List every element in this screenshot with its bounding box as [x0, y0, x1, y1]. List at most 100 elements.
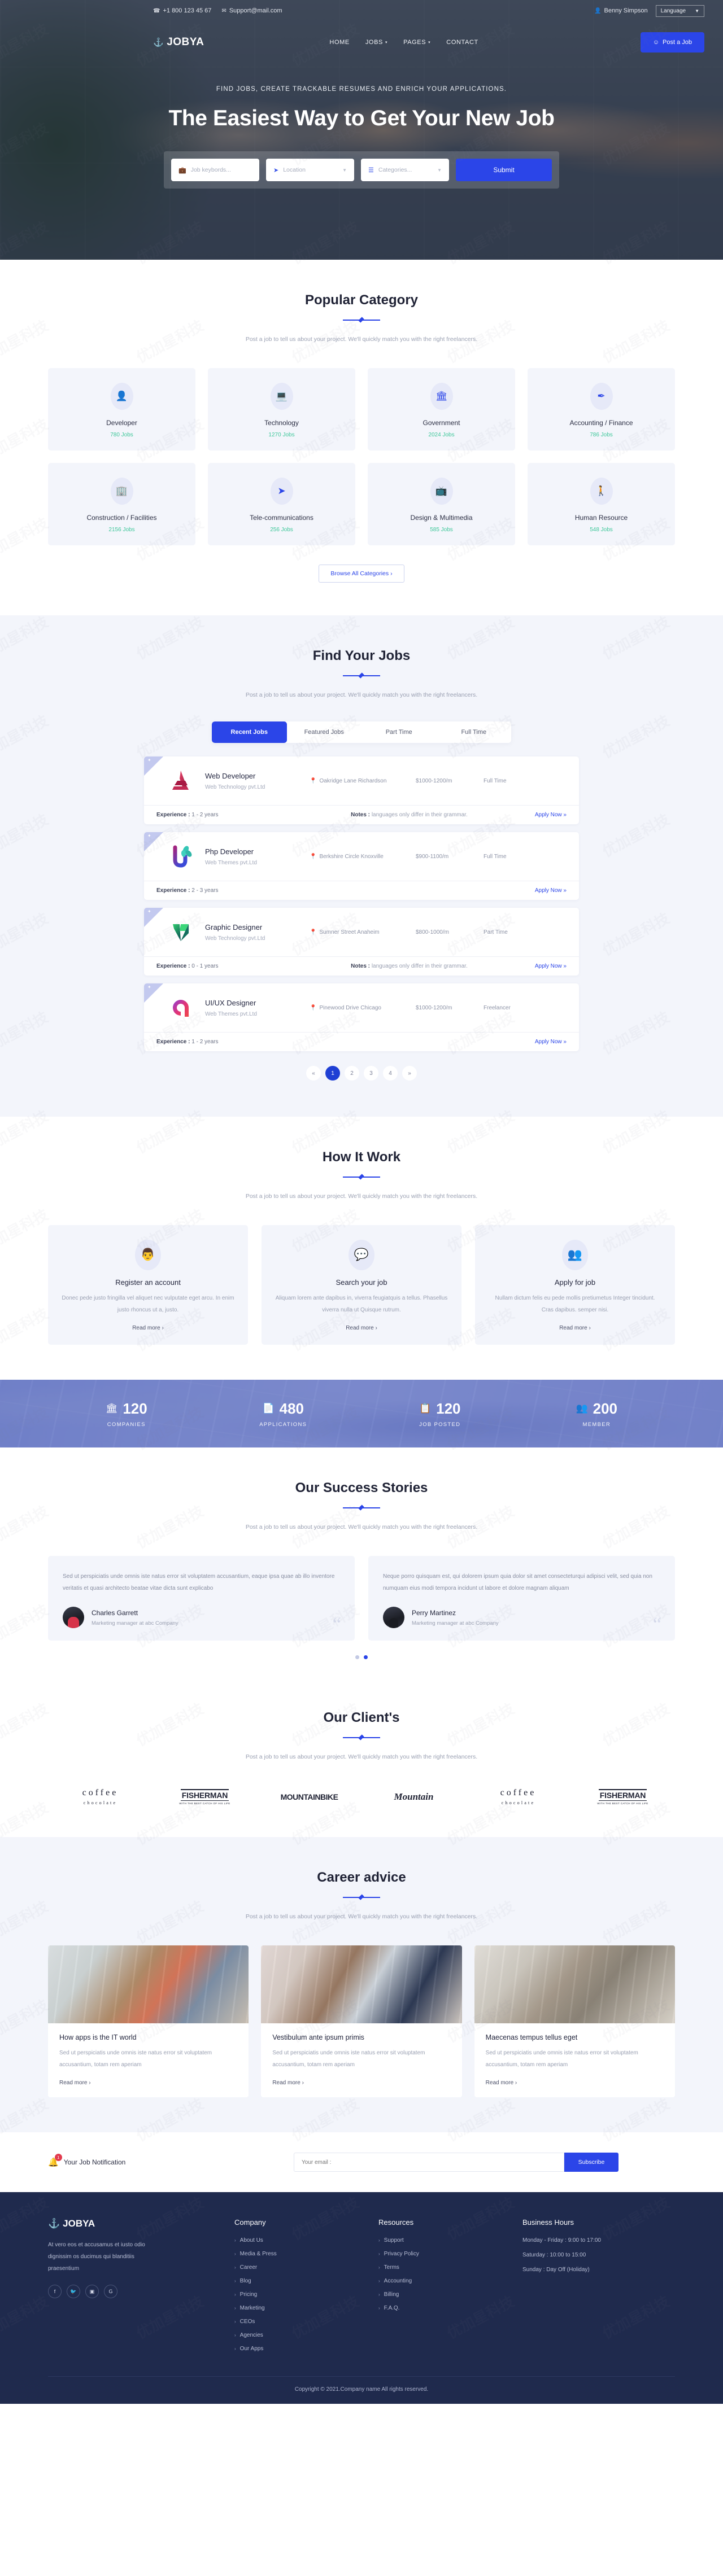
job-card[interactable]: ✦ Web Developer Web Technology pvt.Ltd 📍… [144, 756, 579, 825]
job-card[interactable]: ✦ Graphic Designer Web Technology pvt.Lt… [144, 908, 579, 976]
apply-now-link[interactable]: Apply Now » [535, 963, 567, 969]
read-more-link[interactable]: Read more › [272, 2080, 450, 2086]
category-card-technology[interactable]: 💻 Technology 1270 Jobs [208, 368, 355, 451]
category-job-count: 1270 Jobs [268, 432, 295, 439]
footer-link-agencies[interactable]: › Agencies [234, 2332, 367, 2338]
chevron-right-icon: › [378, 2278, 380, 2284]
apply-now-link[interactable]: Apply Now » [535, 1039, 567, 1045]
testimonial-person: Perry Martinez Marketing manager at abc … [383, 1607, 660, 1629]
category-card-design-multimedia[interactable]: 📺 Design & Multimedia 585 Jobs [368, 463, 515, 546]
footer-link-privacy-policy[interactable]: › Privacy Policy [378, 2251, 511, 2257]
section-description: Post a job to tell us about your project… [245, 1913, 478, 1921]
category-job-count: 548 Jobs [590, 527, 613, 533]
category-name: Government [423, 419, 460, 427]
footer-link-label: Career [239, 2264, 258, 2271]
facebook-icon[interactable]: f [48, 2285, 62, 2299]
clipboard-check-icon: 📋 [419, 1403, 432, 1414]
carousel-dot-1[interactable] [355, 1655, 359, 1660]
footer-logo[interactable]: ⚓ JOBYA [48, 2218, 223, 2229]
chevron-right-icon: › [234, 2238, 236, 2243]
pagination-page-1[interactable]: 1 [325, 1066, 340, 1081]
job-location-text: Oakridge Lane Richardson [319, 777, 387, 784]
footer-link-faq[interactable]: › F.A.Q. [378, 2305, 511, 2311]
footer-link-our-apps[interactable]: › Our Apps [234, 2346, 367, 2352]
how-card-search[interactable]: 💬 Search your job Aliquam lorem ante dap… [262, 1225, 461, 1345]
page-title: Our Client's [323, 1710, 400, 1726]
read-more-link[interactable]: Read more › [59, 2080, 237, 2086]
footer-link-billing[interactable]: › Billing [378, 2291, 511, 2298]
language-selector[interactable]: Language ▼ [655, 5, 704, 17]
footer-link-terms[interactable]: › Terms [378, 2264, 511, 2271]
pagination-page-2[interactable]: 2 [345, 1066, 359, 1081]
blog-card[interactable]: How apps is the IT world Sed ut perspici… [48, 1945, 249, 2098]
phone-item[interactable]: ☎ +1 800 123 45 67 [153, 7, 211, 14]
footer-link-pricing[interactable]: › Pricing [234, 2291, 367, 2298]
read-more-link[interactable]: Read more › [489, 1325, 661, 1331]
instagram-icon[interactable]: ▣ [85, 2285, 99, 2299]
read-more-link[interactable]: Read more › [486, 2080, 664, 2086]
logo[interactable]: ⚓ JOBYA [153, 36, 204, 49]
pagination-next[interactable]: » [402, 1066, 417, 1081]
top-bar: ☎ +1 800 123 45 67 ✉ Support@mail.com 👤 … [0, 0, 723, 21]
client-logo-line2: WITH THE BEST CATCH OF HIS LIFE [597, 1801, 648, 1805]
pagination-prev[interactable]: « [306, 1066, 321, 1081]
category-card-tele-communications[interactable]: ➤ Tele-communications 256 Jobs [208, 463, 355, 546]
job-card[interactable]: ✦ Php Developer Web Themes pvt.Ltd 📍 Ber… [144, 832, 579, 900]
footer-link-accounting[interactable]: › Accounting [378, 2278, 511, 2284]
client-logo-mountainbike: MOUNTAINBIKE [257, 1792, 362, 1801]
apply-now-link[interactable]: Apply Now » [535, 812, 567, 818]
footer-link-media-press[interactable]: › Media & Press [234, 2251, 367, 2257]
category-card-developer[interactable]: 👤 Developer 780 Jobs [48, 368, 195, 451]
job-card[interactable]: ✦ UI/UX Designer Web Themes pvt.Ltd 📍 Pi… [144, 983, 579, 1052]
category-card-accounting-finance[interactable]: ✒ Accounting / Finance 786 Jobs [528, 368, 675, 451]
pagination-page-3[interactable]: 3 [364, 1066, 378, 1081]
nav-item-pages[interactable]: PAGES ▾ [403, 39, 430, 46]
email-field[interactable] [294, 2153, 564, 2172]
how-card-apply[interactable]: 👥 Apply for job Nullam dictum felis eu p… [475, 1225, 675, 1345]
client-logo-coffee-chocolate: coffee chocolate [48, 1788, 153, 1805]
tab-full-time[interactable]: Full Time [437, 721, 512, 743]
google-icon[interactable]: G [104, 2285, 117, 2299]
footer-link-marketing[interactable]: › Marketing [234, 2305, 367, 2311]
newsletter-label-group: 🔔 1 Your Job Notification [48, 2154, 201, 2167]
blog-body: Vestibulum ante ipsum primis Sed ut pers… [261, 2023, 461, 2097]
blog-text: Sed ut perspiciatis unde omnis iste natu… [59, 2050, 212, 2068]
location-field[interactable]: ➤ Location ▼ [266, 159, 354, 181]
blog-card[interactable]: Vestibulum ante ipsum primis Sed ut pers… [261, 1945, 462, 2098]
category-card-government[interactable]: 🏛 Government 2024 Jobs [368, 368, 515, 451]
blog-body: Maecenas tempus tellus eget Sed ut persp… [474, 2023, 675, 2097]
nav-item-contact[interactable]: CONTACT [446, 39, 478, 46]
email-item[interactable]: ✉ Support@mail.com [221, 7, 282, 14]
browse-all-categories-button[interactable]: Browse All Categories › [319, 565, 404, 583]
category-card-construction-facilities[interactable]: 🏢 Construction / Facilities 2156 Jobs [48, 463, 195, 546]
pagination-page-4[interactable]: 4 [383, 1066, 398, 1081]
footer-link-ceos[interactable]: › CEOs [234, 2319, 367, 2325]
nav-item-jobs[interactable]: JOBS ▾ [365, 39, 387, 46]
how-card-register[interactable]: 👨 Register an account Donec pede justo f… [48, 1225, 248, 1345]
subscribe-button[interactable]: Subscribe [564, 2153, 619, 2172]
search-submit-button[interactable]: Submit [456, 159, 552, 181]
footer-link-support[interactable]: › Support [378, 2237, 511, 2243]
keyword-field[interactable]: 💼 Job keybords... [171, 159, 259, 181]
categories-field[interactable]: ☰ Categories... ▼ [361, 159, 449, 181]
post-a-job-button[interactable]: ☺ Post a Job [640, 32, 704, 53]
read-more-link[interactable]: Read more › [275, 1325, 448, 1331]
category-card-human-resource[interactable]: 🚶 Human Resource 548 Jobs [528, 463, 675, 546]
footer-link-about-us[interactable]: › About Us [234, 2237, 367, 2243]
tab-part-time[interactable]: Part Time [362, 721, 437, 743]
footer-link-career[interactable]: › Career [234, 2264, 367, 2271]
hero-title: The Easiest Way to Get Your New Job [168, 106, 555, 130]
twitter-icon[interactable]: 🐦 [67, 2285, 80, 2299]
counter-top: 👥 200 [519, 1400, 676, 1418]
nav-item-home[interactable]: HOME [329, 39, 349, 46]
read-more-link[interactable]: Read more › [62, 1325, 234, 1331]
user-item[interactable]: 👤 Benny Simpson [594, 7, 648, 14]
footer-link-blog[interactable]: › Blog [234, 2278, 367, 2284]
apply-now-link[interactable]: Apply Now » [535, 887, 567, 894]
category-name: Tele-communications [250, 514, 313, 522]
job-title: Php Developer [205, 847, 254, 856]
tab-featured-jobs[interactable]: Featured Jobs [287, 721, 362, 743]
carousel-dot-2[interactable] [364, 1655, 368, 1660]
blog-card[interactable]: Maecenas tempus tellus eget Sed ut persp… [474, 1945, 675, 2098]
tab-recent-jobs[interactable]: Recent Jobs [212, 721, 287, 744]
